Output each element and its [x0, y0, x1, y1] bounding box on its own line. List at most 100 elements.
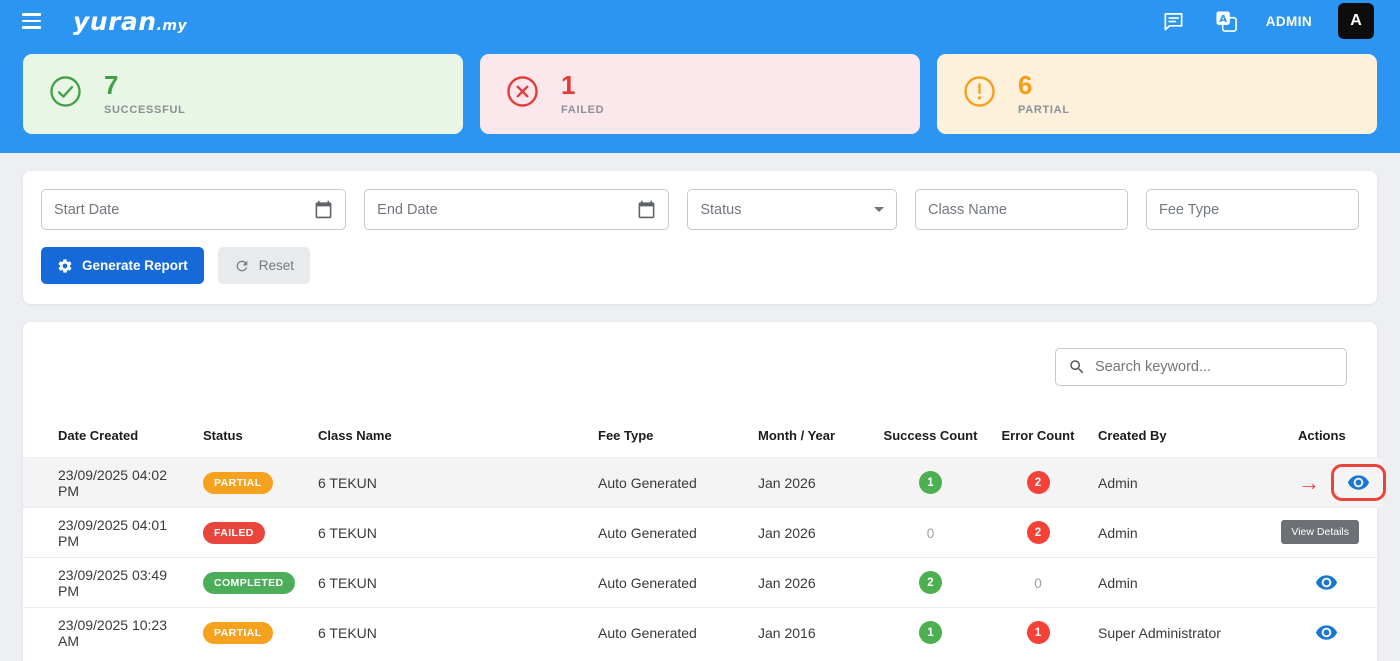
refresh-icon	[234, 258, 250, 274]
generate-report-button[interactable]: Generate Report	[41, 247, 204, 284]
success-count-cell: 2	[873, 558, 988, 608]
start-date-field[interactable]	[41, 189, 346, 230]
class-name-field[interactable]	[915, 189, 1128, 230]
date-created-cell: 23/09/2025 10:23 AM	[23, 608, 193, 658]
created-by-cell: Admin	[1088, 458, 1288, 508]
error-count-cell: 0	[988, 558, 1088, 608]
column-header-error-count: Error Count	[988, 416, 1088, 458]
failed-count: 1	[561, 72, 604, 99]
date-created-cell: 23/09/2025 04:02 PM	[23, 458, 193, 508]
start-date-input[interactable]	[54, 202, 306, 218]
view-details-button[interactable]	[1311, 619, 1342, 646]
column-header-month-year: Month / Year	[748, 416, 873, 458]
menu-icon[interactable]	[18, 9, 45, 32]
eye-icon	[1347, 471, 1370, 494]
table-body: 23/09/2025 04:02 PM PARTIAL 6 TEKUN Auto…	[23, 458, 1383, 658]
error-count: 0	[1034, 576, 1042, 591]
filter-panel: Status Generate Report Reset	[23, 171, 1377, 304]
report-table-panel: Date CreatedStatusClass NameFee TypeMont…	[23, 322, 1377, 661]
fee-type-cell: Auto Generated	[588, 608, 748, 658]
date-created-cell: 23/09/2025 03:49 PM	[23, 558, 193, 608]
actions-cell: → View Details	[1288, 458, 1383, 508]
column-header-date-created: Date Created	[23, 416, 193, 458]
month-year-cell: Jan 2026	[748, 508, 873, 558]
eye-ring	[1308, 616, 1345, 649]
successful-label: SUCCESSFUL	[104, 104, 186, 116]
view-details-button[interactable]	[1311, 569, 1342, 596]
success-count: 1	[919, 621, 942, 644]
class-name-cell: 6 TEKUN	[308, 458, 588, 508]
dropdown-caret-icon	[874, 207, 884, 212]
fee-type-input[interactable]	[1159, 202, 1346, 218]
month-year-cell: Jan 2016	[748, 608, 873, 658]
fee-type-cell: Auto Generated	[588, 458, 748, 508]
partial-count: 6	[1018, 72, 1070, 99]
warning-circle-icon	[963, 75, 996, 113]
class-name-input[interactable]	[928, 202, 1115, 218]
column-header-created-by: Created By	[1088, 416, 1288, 458]
status-badge: PARTIAL	[203, 472, 273, 494]
fee-type-cell: Auto Generated	[588, 558, 748, 608]
generate-report-label: Generate Report	[82, 258, 188, 273]
summary-card-successful: 7 SUCCESSFUL	[23, 54, 463, 134]
successful-count: 7	[104, 72, 186, 99]
column-header-fee-type: Fee Type	[588, 416, 748, 458]
table-header-row: Date CreatedStatusClass NameFee TypeMont…	[23, 416, 1383, 458]
end-date-field[interactable]	[364, 189, 669, 230]
end-date-input[interactable]	[377, 202, 629, 218]
chat-icon[interactable]	[1160, 8, 1187, 35]
success-count: 2	[919, 571, 942, 594]
status-badge: FAILED	[203, 522, 265, 544]
admin-label: ADMIN	[1266, 14, 1312, 29]
search-box[interactable]	[1055, 348, 1347, 386]
check-circle-icon	[49, 75, 82, 113]
created-by-cell: Admin	[1088, 558, 1288, 608]
month-year-cell: Jan 2026	[748, 458, 873, 508]
eye-icon	[1315, 571, 1338, 594]
class-name-cell: 6 TEKUN	[308, 608, 588, 658]
month-year-cell: Jan 2026	[748, 558, 873, 608]
status-badge: COMPLETED	[203, 572, 295, 594]
actions-cell: →	[1288, 608, 1383, 658]
view-details-tooltip: View Details	[1281, 520, 1359, 544]
error-count-cell: 1	[988, 608, 1088, 658]
success-count-cell: 1	[873, 458, 988, 508]
table-row: 23/09/2025 03:49 PM COMPLETED 6 TEKUN Au…	[23, 558, 1383, 608]
created-by-cell: Admin	[1088, 508, 1288, 558]
calendar-icon[interactable]	[637, 200, 656, 219]
eye-ring	[1331, 464, 1386, 501]
class-name-cell: 6 TEKUN	[308, 508, 588, 558]
error-count: 1	[1027, 621, 1050, 644]
eye-icon	[1315, 621, 1338, 644]
fee-type-cell: Auto Generated	[588, 508, 748, 558]
reset-button[interactable]: Reset	[218, 247, 310, 284]
logo-text: yuran	[73, 7, 157, 36]
column-header-success-count: Success Count	[873, 416, 988, 458]
logo-suffix: .my	[157, 18, 188, 34]
status-cell: PARTIAL	[193, 458, 308, 508]
avatar[interactable]: A	[1338, 3, 1374, 39]
reports-table: Date CreatedStatusClass NameFee TypeMont…	[23, 416, 1383, 658]
table-row: 23/09/2025 10:23 AM PARTIAL 6 TEKUN Auto…	[23, 608, 1383, 658]
error-count-cell: 2	[988, 458, 1088, 508]
annotation-arrow-icon: →	[1298, 470, 1320, 495]
topbar: yuran.my A ADMIN A	[0, 0, 1400, 42]
fee-type-field[interactable]	[1146, 189, 1359, 230]
app-logo[interactable]: yuran.my	[73, 9, 187, 34]
error-count: 2	[1027, 471, 1050, 494]
summary-card-partial: 6 PARTIAL	[937, 54, 1377, 134]
status-select[interactable]: Status	[687, 189, 897, 230]
search-icon	[1068, 358, 1086, 376]
class-name-cell: 6 TEKUN	[308, 558, 588, 608]
date-created-cell: 23/09/2025 04:01 PM	[23, 508, 193, 558]
calendar-icon[interactable]	[314, 200, 333, 219]
status-cell: COMPLETED	[193, 558, 308, 608]
search-input[interactable]	[1095, 359, 1334, 375]
failed-label: FAILED	[561, 104, 604, 116]
table-row: 23/09/2025 04:01 PM FAILED 6 TEKUN Auto …	[23, 508, 1383, 558]
table-row: 23/09/2025 04:02 PM PARTIAL 6 TEKUN Auto…	[23, 458, 1383, 508]
gear-icon	[57, 258, 73, 274]
translate-icon[interactable]: A	[1213, 8, 1240, 35]
summary-cards-row: 7 SUCCESSFUL 1 FAILED 6 PA	[0, 42, 1400, 144]
view-details-button[interactable]	[1343, 469, 1374, 496]
